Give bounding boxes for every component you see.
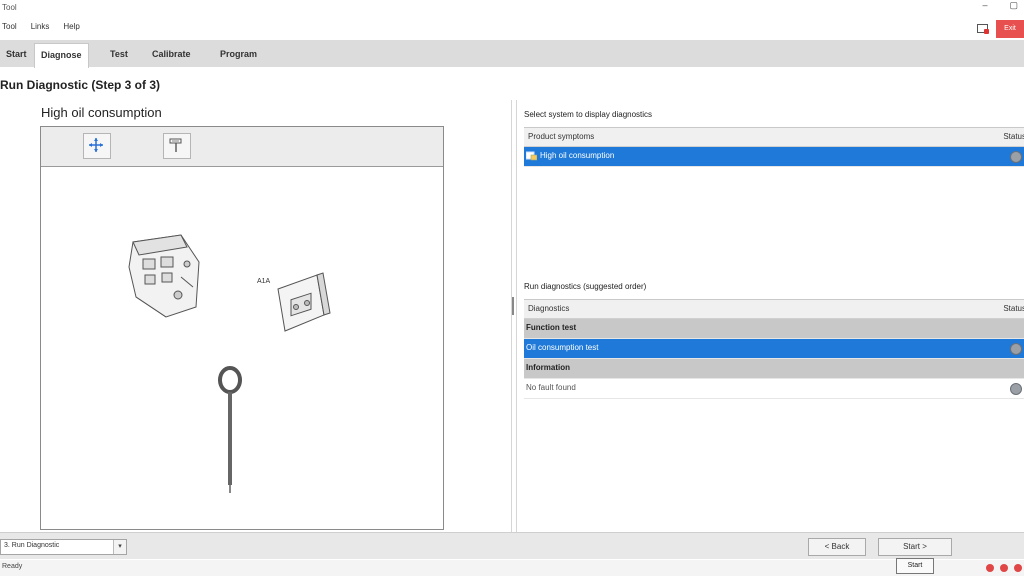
component-image: A1A — [41, 167, 443, 529]
graphic-viewer: A1A — [40, 126, 444, 530]
window-title: Tool — [2, 3, 17, 12]
tab-start[interactable]: Start — [0, 44, 33, 64]
tab-bar: Start Diagnose Test Calibrate Program — [0, 40, 1024, 68]
diagnostics-grid-header: Diagnostics Status — [524, 300, 1024, 319]
chevron-down-icon[interactable]: ▾ — [113, 540, 126, 554]
group-row-information[interactable]: Information — [524, 359, 1024, 379]
alert-icon — [1014, 564, 1022, 572]
systems-grid-header: Product symptoms Status — [524, 128, 1024, 147]
exit-button[interactable]: Exit — [996, 20, 1024, 38]
page-title: Run Diagnostic (Step 3 of 3) — [0, 78, 161, 92]
menu-links[interactable]: Links — [29, 20, 52, 36]
column-product-symptoms[interactable]: Product symptoms — [528, 132, 594, 141]
symptom-icon — [526, 151, 537, 161]
right-pane: Select system to display diagnostics Pro… — [520, 100, 1024, 540]
dipstick-icon — [218, 366, 242, 493]
top-right-actions: Exit — [976, 20, 1024, 38]
column-diagnostics[interactable]: Diagnostics — [528, 304, 569, 313]
column-status[interactable]: Status — [1003, 304, 1024, 313]
window-controls: – ▢ — [982, 0, 1018, 11]
device-status-icon — [1000, 564, 1008, 572]
engine-parts-illustration: A1A — [128, 234, 331, 493]
group-row-function-test[interactable]: Function test — [524, 319, 1024, 339]
menu-bar: Tool Links Help — [0, 20, 82, 36]
status-unknown-icon — [1010, 151, 1022, 163]
start-button[interactable]: Start > — [878, 538, 952, 556]
table-row[interactable]: Oil consumption test — [524, 339, 1024, 359]
status-unknown-icon — [1010, 343, 1022, 355]
menu-help[interactable]: Help — [61, 20, 81, 36]
diagnostics-label: Run diagnostics (suggested order) — [524, 282, 647, 291]
row-label: High oil consumption — [540, 151, 615, 160]
tab-test[interactable]: Test — [104, 44, 134, 64]
viewer-toolbar — [41, 127, 443, 167]
callout-label: A1A — [257, 278, 271, 285]
flag-icon[interactable] — [976, 23, 990, 35]
status-icons — [986, 564, 1022, 572]
title-bar: Tool – ▢ — [0, 0, 1024, 18]
tab-program[interactable]: Program — [214, 44, 263, 64]
control-module-icon — [277, 272, 331, 332]
tool-select-button[interactable] — [163, 133, 191, 159]
splitter-grip[interactable] — [512, 297, 514, 315]
symptom-title: High oil consumption — [41, 105, 162, 120]
table-row[interactable]: No fault found — [524, 379, 1024, 399]
diagnostics-grid: Diagnostics Status Function test Oil con… — [524, 299, 1024, 399]
pane-splitter[interactable] — [511, 100, 517, 532]
back-button[interactable]: < Back — [808, 538, 866, 556]
start-tooltip: Start — [896, 558, 934, 574]
zoom-fit-button[interactable] — [83, 133, 111, 159]
row-label: No fault found — [526, 383, 576, 392]
column-status[interactable]: Status — [1003, 132, 1024, 141]
tool-icon — [169, 138, 182, 152]
tab-calibrate[interactable]: Calibrate — [146, 44, 197, 64]
row-label: Information — [526, 363, 570, 372]
menu-tool[interactable]: Tool — [0, 20, 19, 36]
status-unknown-icon — [1010, 383, 1022, 395]
status-bar: Ready — [0, 560, 1024, 576]
connection-status-icon — [986, 564, 994, 572]
table-row[interactable]: High oil consumption — [524, 147, 1024, 167]
bottom-toolbar: 3. Run Diagnostic ▾ < Back Start > — [0, 532, 1024, 559]
crosshair-icon — [89, 138, 103, 152]
tab-diagnose[interactable]: Diagnose — [34, 43, 89, 68]
step-select[interactable]: 3. Run Diagnostic ▾ — [0, 539, 127, 555]
app-window: Tool – ▢ Tool Links Help Exit Start Diag… — [0, 0, 1024, 576]
systems-grid: Product symptoms Status High oil consump… — [524, 127, 1024, 167]
systems-label: Select system to display diagnostics — [524, 110, 653, 119]
status-text: Ready — [2, 563, 23, 570]
row-label: Function test — [526, 323, 577, 332]
maximize-button[interactable]: ▢ — [1009, 0, 1018, 11]
left-pane: High oil consumption A1A — [0, 92, 512, 532]
engine-block-icon — [128, 234, 200, 318]
minimize-button[interactable]: – — [982, 0, 987, 11]
step-select-value: 3. Run Diagnostic — [4, 542, 60, 549]
row-label: Oil consumption test — [526, 343, 599, 352]
